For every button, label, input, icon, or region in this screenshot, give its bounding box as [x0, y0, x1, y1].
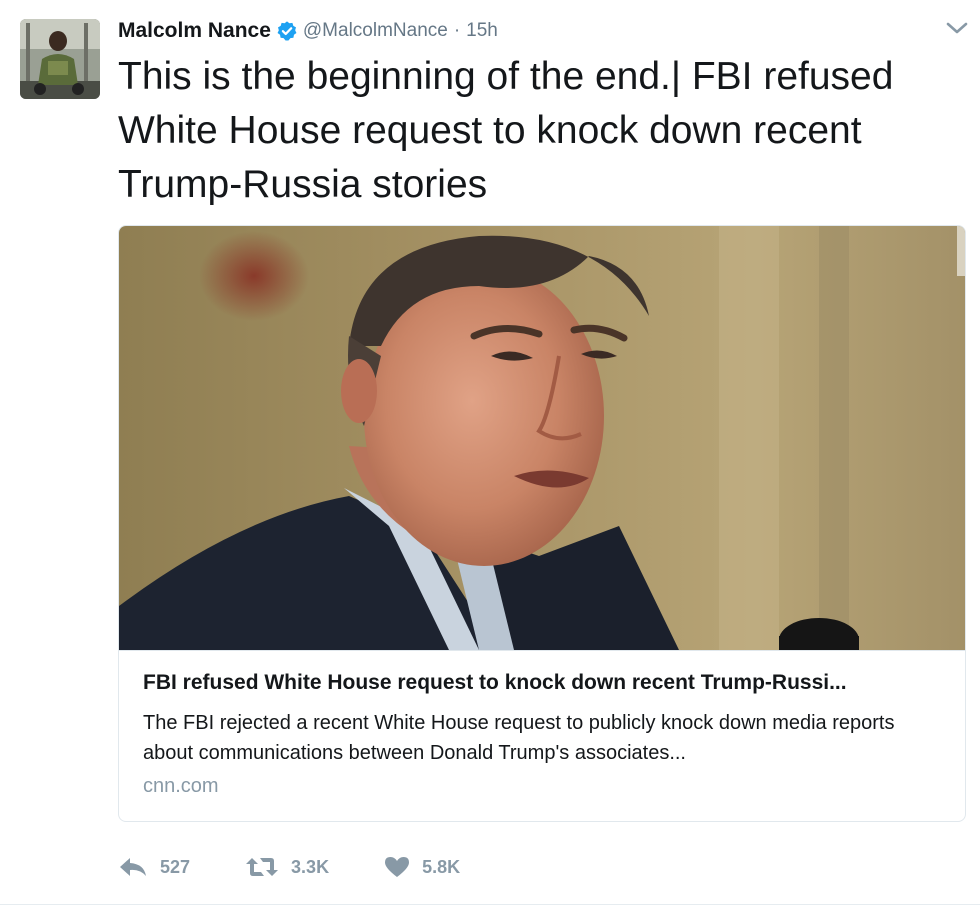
- reply-count: 527: [160, 856, 191, 877]
- avatar-image: [20, 19, 100, 99]
- heart-icon: [385, 857, 410, 877]
- retweet-button[interactable]: 3.3K: [245, 856, 329, 878]
- verified-badge-icon: [276, 20, 298, 42]
- retweet-icon: [246, 858, 279, 876]
- like-button[interactable]: 5.8K: [384, 856, 460, 878]
- tweet-text: This is the beginning of the end.| FBI r…: [118, 55, 894, 206]
- tweet-timestamp[interactable]: 15h: [466, 20, 498, 42]
- tweet-header: Malcolm Nance @MalcolmNance · 15h: [118, 16, 498, 46]
- reply-button[interactable]: 527: [118, 856, 190, 878]
- card-body[interactable]: FBI refused White House request to knock…: [119, 650, 965, 821]
- like-count: 5.8K: [422, 856, 461, 877]
- author-name[interactable]: Malcolm Nance: [118, 19, 271, 43]
- tweet: Malcolm Nance @MalcolmNance · 15h This i…: [0, 0, 980, 905]
- card-image[interactable]: [119, 226, 965, 650]
- tweet-actions: 527 3.3K 5.8K: [118, 852, 515, 882]
- separator-dot: ·: [453, 20, 461, 41]
- chevron-down-icon[interactable]: [946, 20, 968, 36]
- card-title[interactable]: FBI refused White House request to knock…: [143, 671, 943, 695]
- retweet-count: 3.3K: [291, 856, 330, 877]
- reply-icon: [120, 858, 146, 876]
- author-handle[interactable]: @MalcolmNance: [303, 20, 448, 42]
- card-description: The FBI rejected a recent White House re…: [143, 712, 895, 764]
- link-card[interactable]: FBI refused White House request to knock…: [118, 225, 966, 822]
- card-domain: cnn.com: [143, 775, 219, 797]
- avatar[interactable]: [20, 19, 100, 99]
